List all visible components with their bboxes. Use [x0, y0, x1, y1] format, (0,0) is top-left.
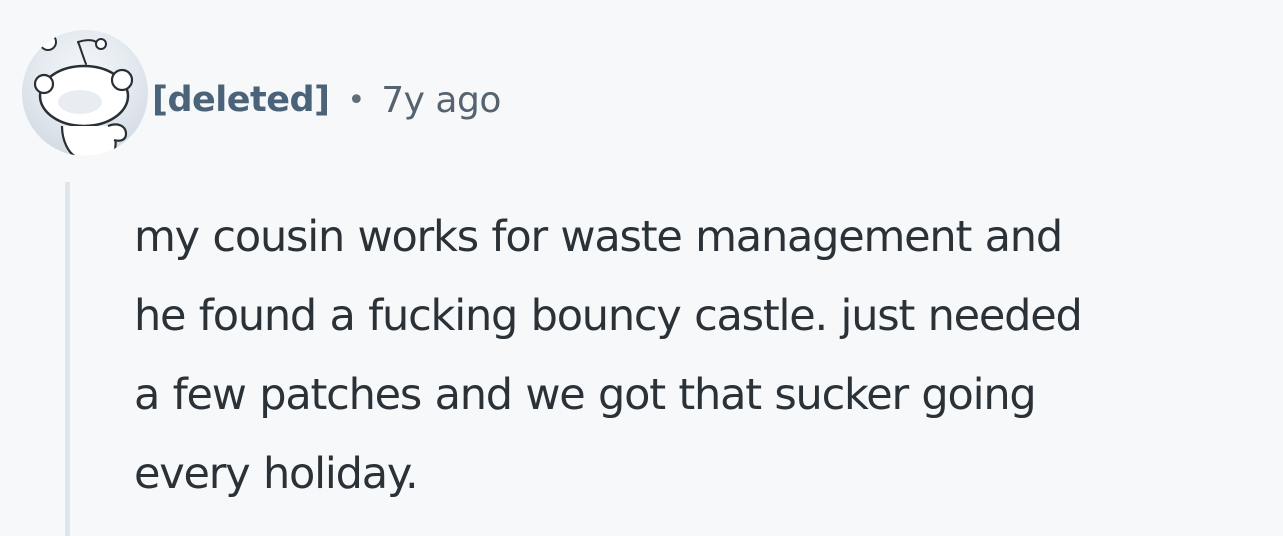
comment-body-line: my cousin works for waste management and — [134, 212, 1063, 262]
comment-body-line: he found a fucking bouncy castle. just n… — [134, 291, 1083, 341]
avatar[interactable] — [22, 30, 148, 156]
comment-body-line: a few patches and we got that sucker goi… — [134, 370, 1037, 420]
comment-body: my cousin works for waste management and… — [134, 198, 1274, 514]
comment-body-line: every holiday. — [134, 449, 419, 499]
comment-age[interactable]: 7y ago — [381, 80, 501, 121]
thread-line[interactable] — [65, 182, 70, 536]
meta-separator: • — [347, 82, 366, 118]
author-name[interactable]: [deleted] — [152, 80, 330, 120]
comment-header: [deleted] • 7y ago — [152, 74, 501, 126]
comment: [deleted] • 7y ago my cousin works for w… — [0, 0, 1283, 536]
